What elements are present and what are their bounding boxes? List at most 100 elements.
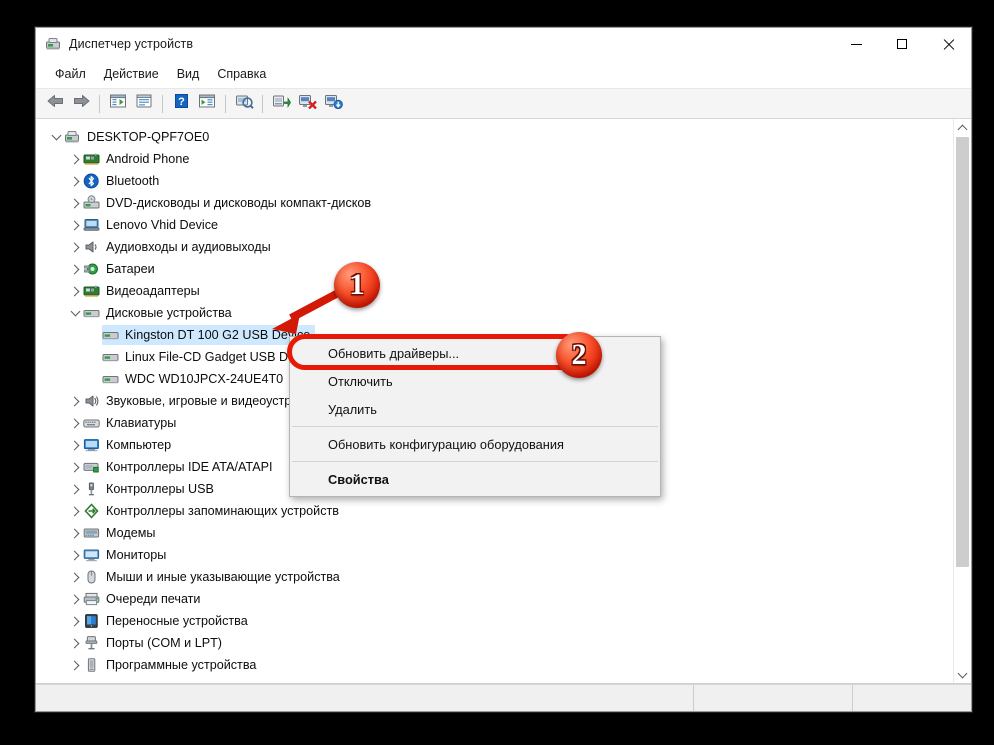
tree-row[interactable]: Дисковые устройства bbox=[36, 302, 953, 324]
tree-row[interactable]: Контроллеры запоминающих устройств bbox=[36, 500, 953, 522]
chevron-right-icon[interactable] bbox=[67, 522, 83, 544]
tree-row[interactable]: Порты (COM и LPT) bbox=[36, 632, 953, 654]
properties-icon bbox=[135, 93, 153, 114]
annotation-badge-2: 2 bbox=[556, 332, 602, 378]
chevron-right-icon[interactable] bbox=[67, 500, 83, 522]
chevron-glyph bbox=[69, 220, 79, 230]
menu-item-action[interactable]: Действие bbox=[95, 64, 168, 84]
disable-device-button[interactable] bbox=[295, 92, 319, 115]
tree-row[interactable]: Android Phone bbox=[36, 148, 953, 170]
chevron-right-icon[interactable] bbox=[67, 654, 83, 676]
properties-button[interactable] bbox=[132, 92, 156, 115]
scan-hardware-button[interactable] bbox=[232, 92, 256, 115]
tree-row[interactable]: Мониторы bbox=[36, 544, 953, 566]
chevron-glyph bbox=[51, 131, 61, 141]
sound-device-icon bbox=[83, 393, 100, 409]
menu-item-help[interactable]: Справка bbox=[208, 64, 275, 84]
maximize-button[interactable] bbox=[879, 28, 925, 60]
context-menu-item[interactable]: Отключить bbox=[290, 367, 660, 395]
chevron-right-icon[interactable] bbox=[67, 148, 83, 170]
scroll-up-button[interactable] bbox=[954, 119, 971, 136]
tree-row-label: DESKTOP-QPF7OE0 bbox=[87, 130, 209, 144]
action-menu-icon bbox=[198, 93, 216, 114]
help-icon: ? bbox=[174, 93, 189, 114]
status-pane-3 bbox=[853, 685, 971, 711]
annotation-badge-2-label: 2 bbox=[572, 340, 587, 370]
forward-button[interactable] bbox=[69, 92, 93, 115]
uninstall-device-button[interactable] bbox=[321, 92, 345, 115]
chevron-right-icon[interactable] bbox=[67, 544, 83, 566]
chevron-right-icon[interactable] bbox=[67, 632, 83, 654]
chevron-down-icon[interactable] bbox=[67, 302, 83, 324]
scrollbar-thumb[interactable] bbox=[956, 137, 969, 567]
chevron-right-icon[interactable] bbox=[67, 192, 83, 214]
chevron-right-icon[interactable] bbox=[67, 588, 83, 610]
scan-hardware-changes-icon bbox=[235, 93, 254, 114]
tree-row-label: Программные устройства bbox=[106, 658, 256, 672]
printer-icon bbox=[83, 591, 100, 607]
vertical-scrollbar[interactable] bbox=[953, 119, 971, 683]
disk-drive-icon bbox=[102, 371, 119, 387]
separator-4 bbox=[262, 95, 263, 113]
tree-row[interactable]: DVD-дисководы и дисководы компакт-дисков bbox=[36, 192, 953, 214]
menu-item-view[interactable]: Вид bbox=[168, 64, 209, 84]
display-adapter-icon bbox=[83, 283, 100, 299]
forward-icon bbox=[72, 93, 91, 114]
chevron-right-icon[interactable] bbox=[67, 280, 83, 302]
update-driver-button[interactable] bbox=[269, 92, 293, 115]
separator-1 bbox=[99, 95, 100, 113]
scroll-down-button[interactable] bbox=[954, 666, 971, 683]
chevron-glyph bbox=[69, 440, 79, 450]
back-icon bbox=[46, 93, 65, 114]
tree-row[interactable]: Аудиовходы и аудиовыходы bbox=[36, 236, 953, 258]
chevron-down-icon[interactable] bbox=[48, 126, 64, 148]
console-tree-button[interactable] bbox=[106, 92, 130, 115]
tree-row[interactable]: Bluetooth bbox=[36, 170, 953, 192]
chevron-glyph bbox=[69, 396, 79, 406]
chevron-right-icon[interactable] bbox=[67, 214, 83, 236]
back-button[interactable] bbox=[43, 92, 67, 115]
tree-row[interactable]: Видеоадаптеры bbox=[36, 280, 953, 302]
tree-row[interactable]: Мыши и иные указывающие устройства bbox=[36, 566, 953, 588]
chevron-right-icon[interactable] bbox=[67, 434, 83, 456]
tree-row[interactable]: Модемы bbox=[36, 522, 953, 544]
chevron-right-icon[interactable] bbox=[67, 566, 83, 588]
tree-row[interactable]: Программные устройства bbox=[36, 654, 953, 676]
monitor-icon bbox=[83, 547, 100, 563]
chevron-right-icon[interactable] bbox=[67, 412, 83, 434]
chevron-right-icon[interactable] bbox=[67, 170, 83, 192]
tree-row-label: Дисковые устройства bbox=[106, 306, 232, 320]
tree-row[interactable]: Очереди печати bbox=[36, 588, 953, 610]
chevron-glyph bbox=[69, 550, 79, 560]
chevron-glyph bbox=[69, 638, 79, 648]
context-menu-item[interactable]: Обновить конфигурацию оборудования bbox=[290, 430, 660, 458]
chevron-right-icon[interactable] bbox=[67, 456, 83, 478]
context-menu-item[interactable]: Свойства bbox=[290, 465, 660, 493]
minimize-icon bbox=[851, 44, 862, 45]
chevron-right-icon[interactable] bbox=[67, 236, 83, 258]
tree-row[interactable]: Переносные устройства bbox=[36, 610, 953, 632]
tree-row-label: Клавиатуры bbox=[106, 416, 176, 430]
chevron-right-icon[interactable] bbox=[67, 610, 83, 632]
menu-item-file[interactable]: Файл bbox=[46, 64, 95, 84]
context-menu-item[interactable]: Удалить bbox=[290, 395, 660, 423]
chevron-glyph bbox=[69, 506, 79, 516]
chevron-right-icon[interactable] bbox=[67, 258, 83, 280]
action-menu-button[interactable] bbox=[195, 92, 219, 115]
chevron-right-icon[interactable] bbox=[67, 478, 83, 500]
close-button[interactable] bbox=[925, 28, 971, 60]
storage-controller-icon bbox=[83, 503, 100, 519]
ide-controller-icon bbox=[83, 459, 100, 475]
tree-row[interactable]: Батареи bbox=[36, 258, 953, 280]
help-button[interactable]: ? bbox=[169, 92, 193, 115]
chevron-glyph bbox=[69, 198, 79, 208]
tree-row-label: Видеоадаптеры bbox=[106, 284, 200, 298]
minimize-button[interactable] bbox=[833, 28, 879, 60]
title-bar-left: Диспетчер устройств bbox=[36, 36, 193, 52]
close-icon bbox=[942, 38, 955, 51]
chevron-right-icon[interactable] bbox=[67, 390, 83, 412]
tree-row[interactable]: DESKTOP-QPF7OE0 bbox=[36, 126, 953, 148]
chevron-glyph bbox=[69, 528, 79, 538]
tree-row[interactable]: Lenovo Vhid Device bbox=[36, 214, 953, 236]
tree-row-label: Компьютер bbox=[106, 438, 171, 452]
